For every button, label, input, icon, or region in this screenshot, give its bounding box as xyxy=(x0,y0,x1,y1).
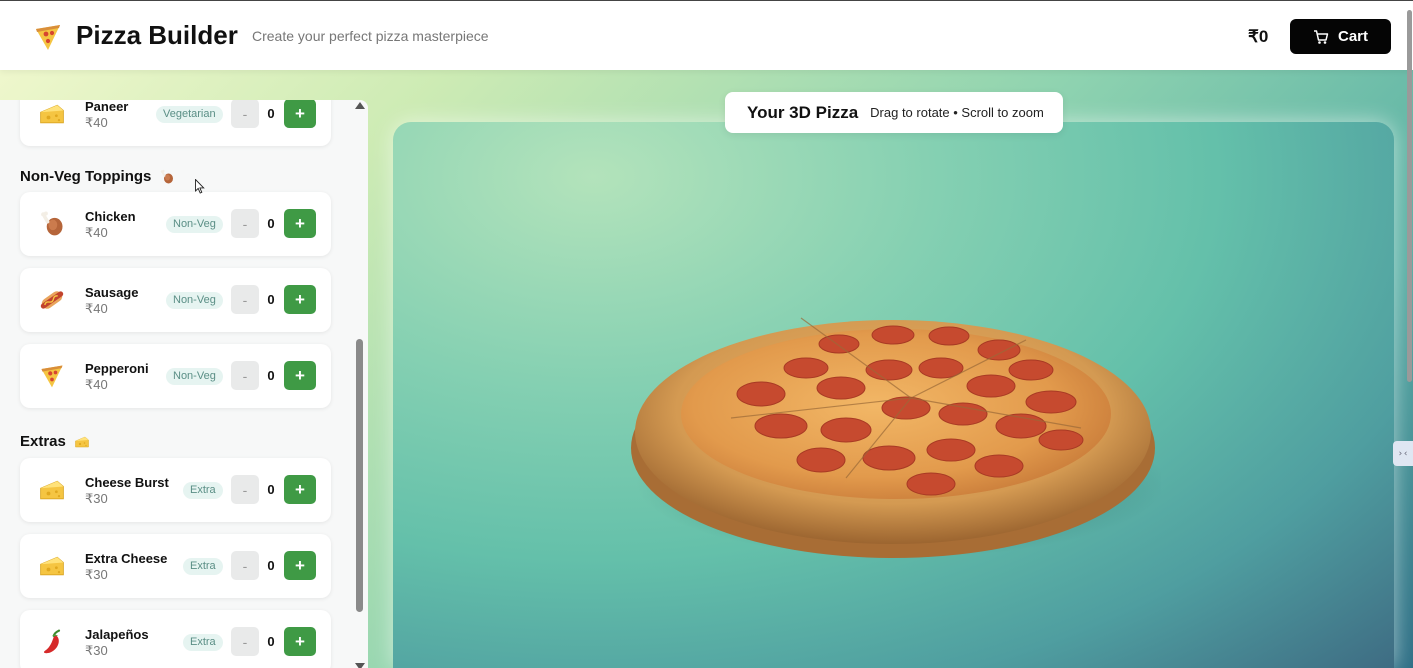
topping-price: ₹40 xyxy=(85,377,108,392)
increase-button[interactable]: + xyxy=(284,285,316,314)
topping-name: Extra Cheese xyxy=(85,551,168,566)
cheese-icon xyxy=(38,476,66,504)
topping-quantity: 0 xyxy=(267,482,275,497)
topping-quantity: 0 xyxy=(267,106,275,121)
viewer-label: Your 3D Pizza Drag to rotate • Scroll to… xyxy=(725,92,1063,133)
viewer-title: Your 3D Pizza xyxy=(747,102,859,122)
topping-quantity: 0 xyxy=(267,634,275,649)
scroll-down-arrow-icon[interactable] xyxy=(355,663,365,668)
decrease-button[interactable]: - xyxy=(231,551,259,580)
decrease-button[interactable]: - xyxy=(231,475,259,504)
scroll-up-arrow-icon[interactable] xyxy=(355,102,365,109)
topping-quantity: 0 xyxy=(267,368,275,383)
drumstick-icon xyxy=(38,210,66,238)
topping-badge: Non-Veg xyxy=(166,292,223,309)
hotdog-icon xyxy=(38,286,66,314)
increase-button[interactable]: + xyxy=(284,100,316,128)
topping-badge: Extra xyxy=(183,558,223,575)
cheese-icon xyxy=(38,552,66,580)
mouse-cursor-icon xyxy=(195,179,205,194)
increase-button[interactable]: + xyxy=(284,627,316,656)
side-panel-toggle-icon[interactable]: ›‹ xyxy=(1393,441,1413,466)
pizza-slice-icon xyxy=(32,21,64,53)
cheese-icon xyxy=(38,100,66,128)
topping-quantity: 0 xyxy=(267,216,275,231)
toppings-sidebar: Paneer ₹40 Vegetarian - 0 + Non-Veg Topp… xyxy=(0,100,368,668)
topping-price: ₹30 xyxy=(85,567,108,582)
topping-price: ₹40 xyxy=(85,301,108,316)
sidebar-scrollbar[interactable] xyxy=(352,100,366,668)
drumstick-icon xyxy=(159,169,175,185)
topping-price: ₹40 xyxy=(85,115,108,130)
increase-button[interactable]: + xyxy=(284,361,316,390)
increase-button[interactable]: + xyxy=(284,551,316,580)
scrollbar-thumb[interactable] xyxy=(356,339,363,612)
topping-name: Chicken xyxy=(85,209,136,224)
topping-name: Sausage xyxy=(85,285,139,300)
decrease-button[interactable]: - xyxy=(231,209,259,238)
hot-pepper-icon xyxy=(38,628,66,656)
page-scrollbar[interactable] xyxy=(1407,10,1412,382)
topping-card-jalapenos: Jalapeños ₹30 Extra - 0 + xyxy=(20,610,331,668)
cart-button[interactable]: Cart xyxy=(1290,19,1391,54)
viewer-hint: Drag to rotate • Scroll to zoom xyxy=(870,105,1044,120)
topping-name: Jalapeños xyxy=(85,627,149,642)
decrease-button[interactable]: - xyxy=(231,100,259,128)
app-title: Pizza Builder xyxy=(76,20,238,50)
topping-badge: Non-Veg xyxy=(166,368,223,385)
topping-card-cheese-burst: Cheese Burst ₹30 Extra - 0 + xyxy=(20,458,331,522)
section-label: Extras xyxy=(20,433,66,450)
section-label: Non-Veg Toppings xyxy=(20,168,152,185)
topping-name: Cheese Burst xyxy=(85,475,169,490)
increase-button[interactable]: + xyxy=(284,475,316,504)
pizza-3d-model[interactable] xyxy=(631,308,1161,558)
cart-total: ₹0 xyxy=(1248,27,1269,46)
topping-card-chicken: Chicken ₹40 Non-Veg - 0 + xyxy=(20,192,331,256)
decrease-button[interactable]: - xyxy=(231,285,259,314)
topping-price: ₹30 xyxy=(85,643,108,658)
topping-card-extra-cheese: Extra Cheese ₹30 Extra - 0 + xyxy=(20,534,331,598)
cart-label: Cart xyxy=(1337,28,1368,45)
pizza-slice-icon xyxy=(38,362,66,390)
topping-quantity: 0 xyxy=(267,292,275,307)
topping-card-sausage: Sausage ₹40 Non-Veg - 0 + xyxy=(20,268,331,332)
cart-icon xyxy=(1313,29,1329,44)
topping-quantity: 0 xyxy=(267,558,275,573)
decrease-button[interactable]: - xyxy=(231,361,259,390)
topping-price: ₹40 xyxy=(85,225,108,240)
app-header: Pizza Builder Create your perfect pizza … xyxy=(0,0,1413,70)
topping-card-paneer: Paneer ₹40 Vegetarian - 0 + xyxy=(20,100,331,146)
section-title-non-veg: Non-Veg Toppings xyxy=(20,168,175,185)
decrease-button[interactable]: - xyxy=(231,627,259,656)
increase-button[interactable]: + xyxy=(284,209,316,238)
cheese-icon xyxy=(74,434,90,450)
topping-name: Paneer xyxy=(85,100,129,114)
topping-card-pepperoni: Pepperoni ₹40 Non-Veg - 0 + xyxy=(20,344,331,408)
pizza-3d-viewer[interactable] xyxy=(393,122,1394,668)
topping-badge: Vegetarian xyxy=(156,106,223,123)
app-subtitle: Create your perfect pizza masterpiece xyxy=(252,28,489,44)
topping-badge: Extra xyxy=(183,482,223,499)
topping-badge: Extra xyxy=(183,634,223,651)
topping-name: Pepperoni xyxy=(85,361,149,376)
section-title-extras: Extras xyxy=(20,433,90,450)
topping-badge: Non-Veg xyxy=(166,216,223,233)
topping-price: ₹30 xyxy=(85,491,108,506)
